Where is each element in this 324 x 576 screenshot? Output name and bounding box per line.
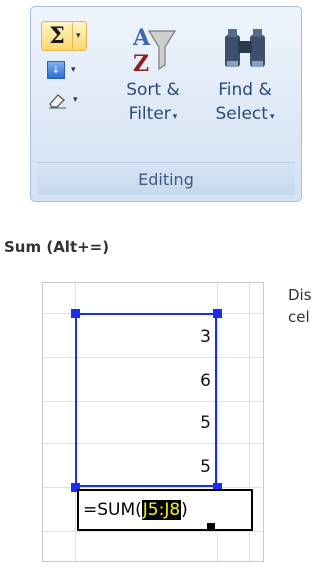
selection-handle — [213, 309, 222, 318]
svg-text:A: A — [132, 25, 151, 51]
sort-filter-button[interactable]: A Z Sort & Filter ▾ — [115, 21, 191, 161]
worksheet-preview: 3 6 5 5 =SUM(J5:J8) — [42, 282, 264, 562]
autosum-dropdown-arrow[interactable]: ▾ — [76, 31, 81, 41]
split-divider — [72, 23, 73, 49]
clear-button[interactable]: ▾ — [41, 87, 87, 113]
formula-range: J5:J8 — [141, 500, 182, 520]
editing-group-label: Editing — [37, 162, 295, 195]
cell-value: 3 — [200, 327, 211, 347]
selection-handle — [71, 309, 80, 318]
chevron-down-icon: ▾ — [172, 112, 178, 122]
formula-cell: =SUM(J5:J8) — [77, 489, 253, 531]
fill-button[interactable]: ↓ ▾ — [41, 57, 87, 83]
fill-dropdown-arrow: ▾ — [71, 65, 76, 75]
chevron-down-icon: ▾ — [269, 112, 275, 122]
cell-value: 5 — [200, 413, 211, 433]
find-select-label-line1: Find & — [218, 80, 272, 100]
sort-filter-label-line1: Sort & — [126, 80, 180, 100]
find-select-label-line2: Select — [215, 104, 268, 124]
eraser-icon — [49, 94, 66, 109]
cursor-icon — [207, 523, 215, 531]
binoculars-icon — [225, 29, 265, 67]
sort-filter-icon: A Z — [132, 25, 177, 77]
formula-suffix: ) — [181, 500, 188, 520]
description-line: Dis — [288, 286, 312, 304]
tooltip-description: Dis cel — [288, 284, 312, 328]
autosum-button[interactable]: Σ ▾ — [41, 21, 87, 51]
tooltip-title: Sum (Alt+=) — [4, 238, 110, 256]
sigma-icon: Σ — [49, 23, 65, 49]
formula-prefix: =SUM( — [83, 500, 142, 520]
sort-filter-label-line2: Filter — [128, 104, 171, 124]
svg-text:Z: Z — [133, 51, 149, 77]
description-line: cel — [288, 308, 310, 326]
cell-value: 5 — [200, 457, 211, 477]
clear-dropdown-arrow: ▾ — [73, 95, 78, 105]
fill-down-icon: ↓ — [47, 61, 65, 79]
editing-group: Σ ▾ ↓ ▾ ▾ A Z Sort & Filter ▾ Find & Sel… — [30, 6, 302, 202]
find-select-button[interactable]: Find & Select ▾ — [207, 21, 283, 161]
cell-value: 6 — [200, 371, 211, 391]
